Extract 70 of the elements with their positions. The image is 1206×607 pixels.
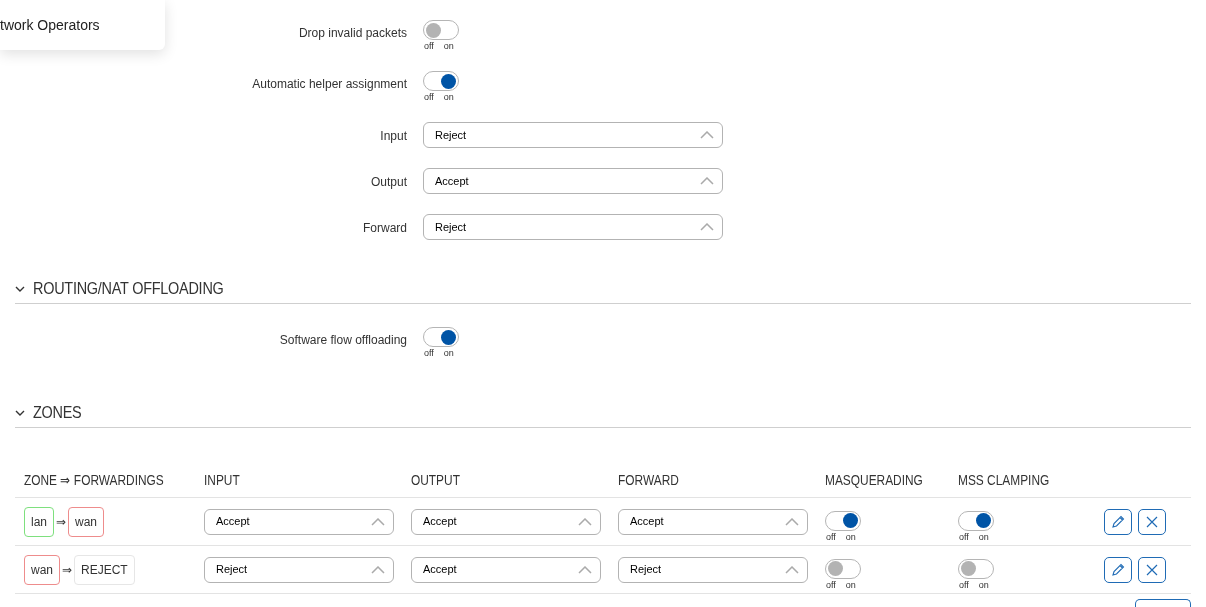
setting-label: Automatic helper assignment <box>252 77 407 91</box>
close-icon <box>1146 515 1158 528</box>
close-icon <box>1146 563 1158 576</box>
on-label: on <box>443 40 454 52</box>
select-dropdown[interactable]: Reject <box>423 214 723 240</box>
select-dropdown[interactable]: Accept <box>204 508 394 535</box>
setting-label: Forward <box>363 221 407 235</box>
column-header: MASQUERADING <box>825 470 923 490</box>
chevron-up-icon <box>785 565 799 574</box>
zone-tag: lan <box>24 506 54 537</box>
setting-label: Software flow offloading <box>279 333 407 347</box>
on-label: on <box>845 530 856 543</box>
off-label: off <box>424 40 434 52</box>
toggle-switch[interactable] <box>958 510 994 531</box>
chevron-down-icon[interactable] <box>15 285 25 292</box>
select-dropdown[interactable]: Accept <box>423 168 723 194</box>
toggle-switch[interactable] <box>423 327 459 347</box>
toggle-switch[interactable] <box>958 558 994 579</box>
toggle-switch[interactable] <box>825 558 861 579</box>
off-label: off <box>826 530 836 543</box>
setting-label: Input <box>380 129 407 143</box>
off-label: off <box>959 530 969 543</box>
off-label: off <box>424 347 434 359</box>
toggle-switch[interactable] <box>825 510 861 531</box>
section-title: ZONES <box>33 401 82 424</box>
toggle-switch[interactable] <box>423 20 459 40</box>
on-label: on <box>978 578 989 591</box>
delete-button[interactable] <box>1138 508 1166 535</box>
arrow-text: ⇒ <box>56 513 66 531</box>
off-label: off <box>424 91 434 103</box>
select-dropdown[interactable]: Accept <box>411 556 601 583</box>
on-label: on <box>978 530 989 543</box>
edit-button[interactable] <box>1104 556 1132 583</box>
chevron-up-icon <box>578 517 592 526</box>
dropdown-menu[interactable]: twork Operators <box>0 0 165 50</box>
chevron-down-icon[interactable] <box>15 409 25 416</box>
select-dropdown[interactable]: Reject <box>618 556 808 583</box>
select-dropdown[interactable]: Reject <box>204 556 394 583</box>
arrow-text: ⇒ <box>62 561 72 579</box>
column-header: MSS CLAMPING <box>958 470 1050 490</box>
delete-button[interactable] <box>1138 556 1166 583</box>
chevron-up-icon <box>700 177 714 185</box>
edit-button[interactable] <box>1104 508 1132 535</box>
chevron-up-icon <box>371 565 385 574</box>
chevron-up-icon <box>700 223 714 231</box>
column-header: ZONE ⇒ FORWARDINGS <box>24 470 164 490</box>
zone-tag: wan <box>68 506 105 537</box>
section-title: ROUTING/NAT OFFLOADING <box>33 277 224 300</box>
pencil-icon <box>1111 562 1125 577</box>
setting-label: Drop invalid packets <box>298 26 407 40</box>
on-label: on <box>443 347 454 359</box>
toggle-switch[interactable] <box>423 71 459 91</box>
chevron-up-icon <box>785 517 799 526</box>
off-label: off <box>959 578 969 591</box>
column-header: FORWARD <box>618 470 679 490</box>
on-label: on <box>443 91 454 103</box>
zone-tag: wan <box>24 554 60 585</box>
chevron-up-icon <box>371 517 385 526</box>
chevron-up-icon <box>700 131 714 139</box>
on-label: on <box>845 578 856 591</box>
setting-label: Output <box>370 175 407 189</box>
column-header: INPUT <box>204 470 240 490</box>
select-dropdown[interactable]: Reject <box>423 122 723 148</box>
select-dropdown[interactable]: Accept <box>618 508 808 535</box>
pencil-icon <box>1111 514 1125 529</box>
select-dropdown[interactable]: Accept <box>411 508 601 535</box>
off-label: off <box>826 578 836 591</box>
zone-tag: REJECT <box>74 554 135 585</box>
column-header: OUTPUT <box>411 470 460 490</box>
chevron-up-icon <box>578 565 592 574</box>
